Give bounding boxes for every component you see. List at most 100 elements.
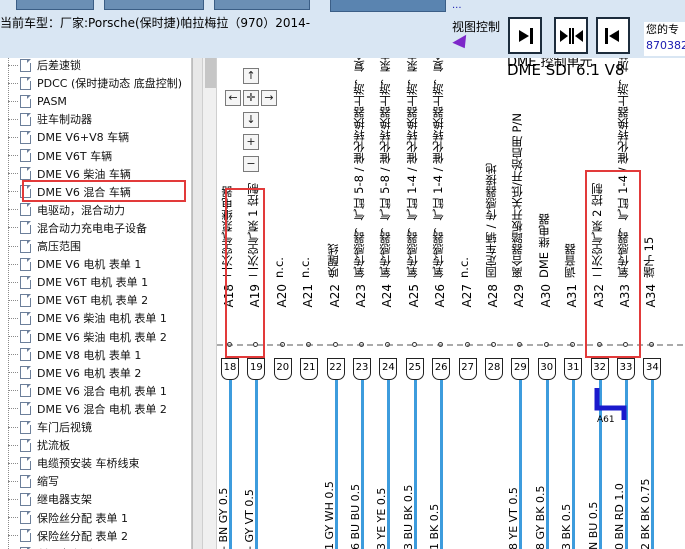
sidebar-item[interactable]: DME V6T 车辆 xyxy=(8,147,191,165)
car-model-line: 当前车型：厂家:Porsche(保时捷)帕拉梅拉（970）2014- xyxy=(0,14,310,31)
scrollbar-thumb[interactable] xyxy=(205,58,216,88)
info-line2: 870382 xyxy=(646,39,685,52)
document-icon xyxy=(20,58,31,72)
highlight-a31-a32 xyxy=(585,170,641,358)
document-icon xyxy=(20,474,31,488)
document-icon xyxy=(20,275,31,289)
sidebar-item[interactable]: DME V6 柴油 电机 表单 2 xyxy=(8,328,191,346)
sidebar-item-label: 缩写 xyxy=(37,475,59,489)
sidebar-item-label: DME V6T 电机 表单 1 xyxy=(37,276,149,290)
purple-arrow-icon xyxy=(452,34,472,53)
sidebar-item[interactable]: 车门后视镜 xyxy=(8,418,191,436)
view-control-label: 视图控制 xyxy=(452,20,501,34)
document-icon xyxy=(20,293,31,307)
document-icon xyxy=(20,330,31,343)
document-icon xyxy=(20,112,31,126)
sidebar-item[interactable]: 后差速锁 xyxy=(8,58,191,74)
tab-stub-active[interactable] xyxy=(330,0,446,12)
sidebar-item-label: DME V6T 车辆 xyxy=(37,149,113,163)
document-icon xyxy=(20,438,31,452)
sidebar-item-label: 驻车制动器 xyxy=(37,113,92,127)
tree-branch xyxy=(8,498,18,500)
sidebar-item-label: DME V8 电机 表单 1 xyxy=(37,348,142,362)
sidebar-item[interactable]: 断开点 概述 xyxy=(8,545,191,549)
jumper-label: A61 xyxy=(597,415,615,425)
sidebar-item-label: 保险丝分配 表单 2 xyxy=(37,529,128,543)
sidebar-item-label: 电缆预安装 车桥线束 xyxy=(37,457,140,471)
sidebar-item[interactable]: DME V6 柴油 电机 表单 1 xyxy=(8,309,191,327)
sidebar-item[interactable]: DME V6 混合 电机 表单 1 xyxy=(8,382,191,400)
document-icon xyxy=(20,348,31,362)
tree-branch xyxy=(8,517,18,518)
info-box: 您的专 870382 xyxy=(644,22,685,56)
sidebar-item-label: DME V6 混合 电机 表单 2 xyxy=(37,402,167,416)
vertical-scrollbar[interactable] xyxy=(202,58,217,549)
sidebar-item[interactable]: DME V6T 电机 表单 1 xyxy=(8,273,191,291)
panel-splitter[interactable] xyxy=(192,58,202,549)
document-icon xyxy=(20,311,31,325)
document-icon xyxy=(20,221,31,235)
tree-branch xyxy=(8,390,18,392)
tree-branch xyxy=(8,462,18,464)
sidebar-item[interactable]: PDCC (保时捷动态 底盘控制) xyxy=(8,74,191,92)
app-window: ... 当前车型：厂家:Porsche(保时捷)帕拉梅拉（970）2014- 视… xyxy=(0,0,685,549)
tree-branch xyxy=(8,245,18,247)
sidebar-item-label: PASM xyxy=(37,94,67,108)
split-arrows-icon xyxy=(560,27,583,44)
sidebar-item[interactable]: 保险丝分配 表单 2 xyxy=(8,527,191,545)
document-icon xyxy=(20,529,31,543)
sidebar-item[interactable]: 保险丝分配 表单 1 xyxy=(8,509,191,527)
tab-stub[interactable] xyxy=(104,0,204,10)
tree-branch xyxy=(8,209,18,211)
tree-branch xyxy=(8,263,18,265)
sidebar-item-label: DME V6 柴油 电机 表单 2 xyxy=(37,330,167,344)
sidebar-item-label: 扰流板 xyxy=(37,439,70,453)
sidebar-item[interactable]: DME V8 电机 表单 1 xyxy=(8,346,191,364)
document-icon xyxy=(20,130,31,144)
sidebar-item[interactable]: 缩写 xyxy=(8,472,191,490)
tab-stub[interactable] xyxy=(214,0,310,10)
sidebar-item-label: DME V6T 电机 表单 2 xyxy=(37,294,149,308)
sidebar-item[interactable]: 驻车制动器 xyxy=(8,110,191,128)
sidebar-item[interactable]: PASM xyxy=(8,92,191,110)
sidebar-item[interactable]: DME V6T 电机 表单 2 xyxy=(8,291,191,309)
sidebar-item[interactable]: DME V6 混合 电机 表单 2 xyxy=(8,400,191,418)
sidebar-item[interactable]: 扰流板 xyxy=(8,436,191,454)
car-model-text: 当前车型：厂家:Porsche(保时捷)帕拉梅拉（970）2014- xyxy=(0,16,311,30)
sidebar-item[interactable]: 混合动力充电电子设备 xyxy=(8,219,191,237)
view-left-button[interactable] xyxy=(508,17,542,54)
sidebar-item[interactable]: 继电器支架 xyxy=(8,490,191,508)
arrow-to-left-bar-icon xyxy=(605,27,619,44)
wiring-diagram: DME 控制单元 DME SDI 6.1 V8 ↑ ← ✛ → ↓ + − A1… xyxy=(217,58,685,549)
sidebar-item[interactable]: DME V6 电机 表单 2 xyxy=(8,364,191,382)
tree-branch xyxy=(8,173,18,175)
tree-branch xyxy=(8,82,18,84)
sidebar-item-label: DME V6 电机 表单 1 xyxy=(37,258,142,272)
tab-stub[interactable] xyxy=(16,0,94,10)
document-icon xyxy=(20,203,31,217)
view-center-button[interactable] xyxy=(554,17,588,54)
document-icon xyxy=(20,149,31,162)
tree-branch xyxy=(8,299,18,301)
sidebar-item[interactable]: 高压范围 xyxy=(8,237,191,255)
arrow-to-right-bar-icon xyxy=(519,27,533,44)
tree-branch xyxy=(8,136,18,138)
document-icon xyxy=(20,239,31,253)
sidebar-item-label: PDCC (保时捷动态 底盘控制) xyxy=(37,77,183,91)
document-icon xyxy=(20,257,31,271)
view-right-button[interactable] xyxy=(596,17,630,54)
top-link[interactable]: ... xyxy=(452,0,462,11)
sidebar-item[interactable]: DME V6 电机 表单 1 xyxy=(8,255,191,273)
tree-branch xyxy=(8,281,18,283)
selected-item-highlight xyxy=(22,180,186,202)
sidebar-item[interactable]: 电缆预安装 车桥线束 xyxy=(8,454,191,472)
sidebar-tree: 后差速锁 PDCC (保时捷动态 底盘控制) PASM 驻车制动器 DME V6+V8 … xyxy=(0,58,192,549)
sidebar-item[interactable]: 电驱动，混合动力 xyxy=(8,201,191,219)
tree-branch xyxy=(8,354,18,356)
sidebar-item[interactable]: DME V6+V8 车辆 xyxy=(8,128,191,146)
document-icon xyxy=(20,76,31,90)
tree-branch xyxy=(8,155,18,156)
info-line1: 您的专 xyxy=(646,23,679,36)
document-icon xyxy=(20,384,31,398)
document-icon xyxy=(20,167,31,181)
